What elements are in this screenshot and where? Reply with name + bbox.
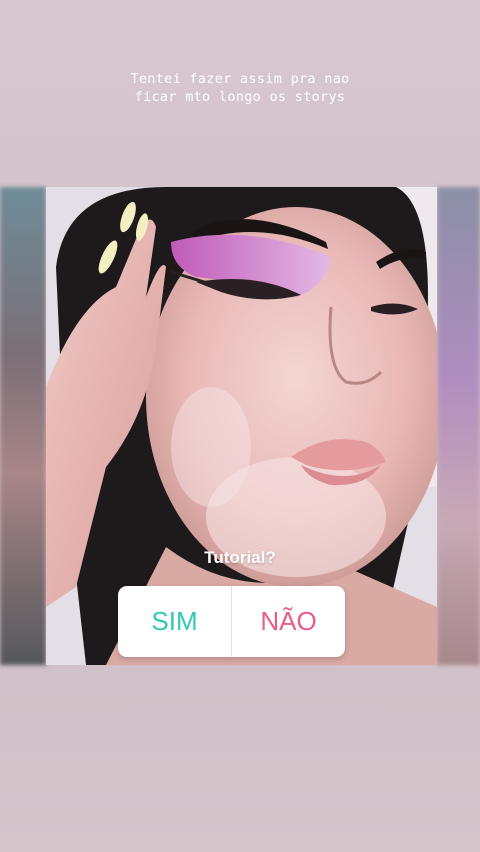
- caption-line-1: Tentei fazer assim pra nao: [130, 71, 350, 87]
- blurred-background-right: [437, 187, 480, 665]
- caption-line-2: ficar mto longo os storys: [134, 89, 346, 105]
- poll-option-yes[interactable]: SIM: [118, 586, 231, 657]
- poll-option-no[interactable]: NÃO: [232, 586, 345, 657]
- poll-question: Tutorial?: [204, 548, 276, 567]
- poll-sticker: SIM NÃO: [118, 586, 345, 657]
- blurred-background-left: [0, 187, 46, 665]
- story-caption: Tentei fazer assim pra nao ficar mto lon…: [0, 70, 480, 106]
- story-screen: Tentei fazer assim pra nao ficar mto lon…: [0, 0, 480, 852]
